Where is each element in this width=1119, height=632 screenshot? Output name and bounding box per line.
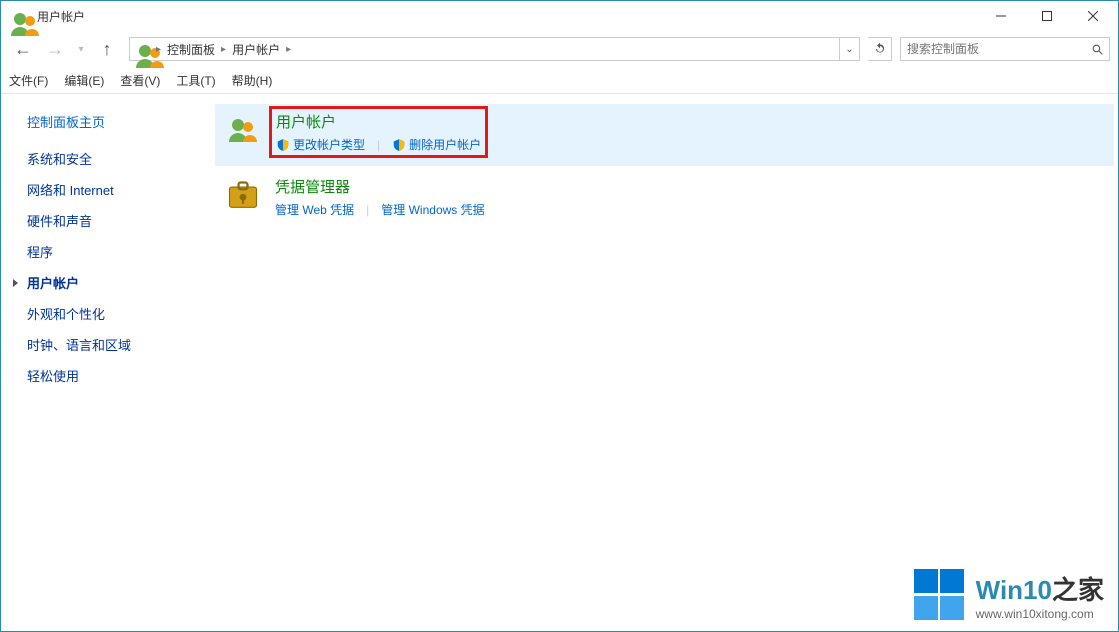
link-separator: | xyxy=(366,203,369,217)
sidebar-item-appearance[interactable]: 外观和个性化 xyxy=(27,304,203,323)
category-user-accounts: 用户帐户 更改帐户类型 | 删除用户帐户 xyxy=(215,104,1114,166)
app-icon xyxy=(9,8,29,24)
refresh-icon xyxy=(873,42,887,56)
category-credential-manager: 凭据管理器 管理 Web 凭据 | 管理 Windows 凭据 xyxy=(215,170,1114,224)
sidebar-item-ease-of-access[interactable]: 轻松使用 xyxy=(27,366,203,385)
chevron-right-icon: ▸ xyxy=(221,44,226,55)
sidebar-item-programs[interactable]: 程序 xyxy=(27,242,203,261)
shield-icon xyxy=(392,138,406,152)
maximize-button[interactable] xyxy=(1024,1,1070,31)
category-title-user-accounts[interactable]: 用户帐户 xyxy=(276,111,481,132)
search-input[interactable] xyxy=(901,42,1085,56)
title-bar: 用户帐户 xyxy=(1,1,1118,31)
watermark-brand: Win10之家 xyxy=(976,570,1104,607)
chevron-right-icon: ▸ xyxy=(156,44,161,55)
link-change-account-type[interactable]: 更改帐户类型 xyxy=(276,136,365,153)
sidebar: 控制面板主页 系统和安全 网络和 Internet 硬件和声音 程序 用户帐户 … xyxy=(1,94,211,632)
link-label: 删除用户帐户 xyxy=(409,136,481,153)
menu-help[interactable]: 帮助(H) xyxy=(232,72,273,89)
shield-icon xyxy=(276,138,290,152)
link-label: 更改帐户类型 xyxy=(293,136,365,153)
breadcrumb-icon xyxy=(134,40,152,58)
link-manage-web-credentials[interactable]: 管理 Web 凭据 xyxy=(275,201,354,218)
breadcrumb-control-panel[interactable]: 控制面板 xyxy=(165,41,217,58)
sidebar-header[interactable]: 控制面板主页 xyxy=(27,112,203,131)
sidebar-item-user-accounts[interactable]: 用户帐户 xyxy=(27,273,203,292)
credential-manager-icon xyxy=(223,176,263,216)
sidebar-item-system-security[interactable]: 系统和安全 xyxy=(27,149,203,168)
sidebar-item-clock-language-region[interactable]: 时钟、语言和区域 xyxy=(27,335,203,354)
back-button[interactable]: ← xyxy=(9,35,37,63)
link-separator: | xyxy=(377,138,380,152)
menu-bar: 文件(F) 编辑(E) 查看(V) 工具(T) 帮助(H) xyxy=(1,67,1118,93)
watermark-url: www.win10xitong.com xyxy=(976,607,1104,621)
highlight-box: 用户帐户 更改帐户类型 | 删除用户帐户 xyxy=(269,106,488,158)
main-content: 用户帐户 更改帐户类型 | 删除用户帐户 xyxy=(211,94,1118,632)
link-remove-user-account[interactable]: 删除用户帐户 xyxy=(392,136,481,153)
category-title-credential-manager[interactable]: 凭据管理器 xyxy=(275,176,485,197)
close-button[interactable] xyxy=(1070,1,1116,31)
search-box[interactable] xyxy=(900,37,1110,61)
window-title: 用户帐户 xyxy=(37,8,978,25)
menu-tools[interactable]: 工具(T) xyxy=(176,72,215,89)
menu-edit[interactable]: 编辑(E) xyxy=(64,72,104,89)
watermark-logo-icon xyxy=(914,569,966,621)
menu-file[interactable]: 文件(F) xyxy=(9,72,48,89)
link-manage-windows-credentials[interactable]: 管理 Windows 凭据 xyxy=(381,201,484,218)
body: 控制面板主页 系统和安全 网络和 Internet 硬件和声音 程序 用户帐户 … xyxy=(1,94,1118,632)
link-label: 管理 Windows 凭据 xyxy=(381,201,484,218)
nav-row: ← → ▾ ↑ ▸ 控制面板 ▸ 用户帐户 ▸ ⌄ xyxy=(1,31,1118,67)
chevron-right-icon: ▸ xyxy=(286,44,291,55)
sidebar-item-network-internet[interactable]: 网络和 Internet xyxy=(27,180,203,199)
user-accounts-icon xyxy=(223,110,263,150)
up-button[interactable]: ↑ xyxy=(93,35,121,63)
address-bar[interactable]: ▸ 控制面板 ▸ 用户帐户 ▸ ⌄ xyxy=(129,37,860,61)
breadcrumb-user-accounts[interactable]: 用户帐户 xyxy=(230,41,282,58)
sidebar-item-hardware-sound[interactable]: 硬件和声音 xyxy=(27,211,203,230)
link-label: 管理 Web 凭据 xyxy=(275,201,354,218)
recent-dropdown[interactable]: ▾ xyxy=(73,35,89,63)
forward-button[interactable]: → xyxy=(41,35,69,63)
search-icon xyxy=(1085,43,1109,56)
minimize-button[interactable] xyxy=(978,1,1024,31)
menu-view[interactable]: 查看(V) xyxy=(120,72,160,89)
refresh-button[interactable] xyxy=(868,37,892,61)
window-controls xyxy=(978,1,1116,31)
watermark: Win10之家 www.win10xitong.com xyxy=(914,569,1104,621)
address-dropdown[interactable]: ⌄ xyxy=(839,38,859,60)
